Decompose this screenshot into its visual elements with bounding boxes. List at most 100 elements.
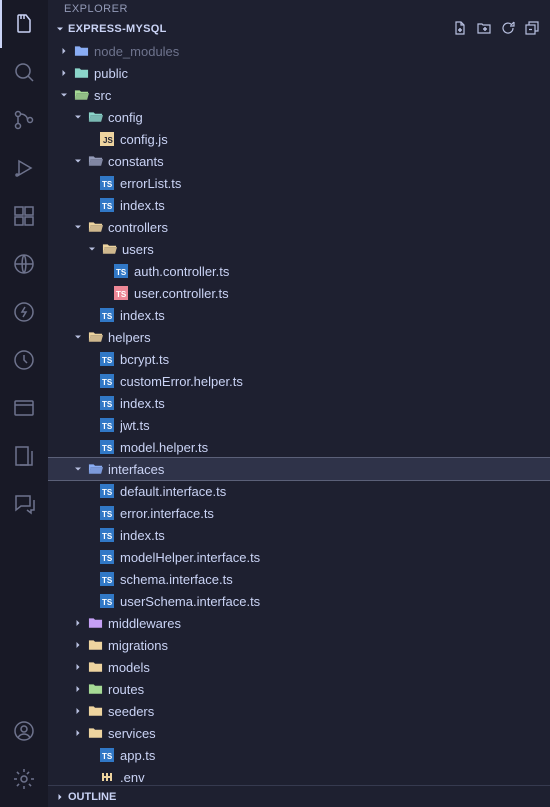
tree-file-config-js[interactable]: JS config.js [48,128,550,150]
tree-folder-middlewares[interactable]: middlewares [48,612,550,634]
extensions-icon[interactable] [0,192,48,240]
tree-label: userSchema.interface.ts [120,594,260,609]
folder-open-icon [100,242,118,256]
ts-file-icon: TS [98,374,116,388]
folder-open-icon [86,154,104,168]
tree-label: bcrypt.ts [120,352,169,367]
tree-label: index.ts [120,198,165,213]
tree-folder-migrations[interactable]: migrations [48,634,550,656]
tree-folder-constants[interactable]: constants [48,150,550,172]
tree-label: users [122,242,154,257]
source-control-icon[interactable] [0,96,48,144]
tree-folder-routes[interactable]: routes [48,678,550,700]
run-debug-icon[interactable] [0,144,48,192]
tree-folder-config[interactable]: config [48,106,550,128]
tree-folder-interfaces[interactable]: interfaces [48,458,550,480]
svg-text:TS: TS [102,378,113,387]
tree-folder-services[interactable]: services [48,722,550,744]
chevron-right-icon [70,639,86,651]
chevron-down-icon [70,221,86,233]
ts-file-icon: TS [98,506,116,520]
tree-file-customerror[interactable]: TS customError.helper.ts [48,370,550,392]
tree-file-env[interactable]: .env [48,766,550,785]
svg-text:TS: TS [102,752,113,761]
svg-text:TS: TS [102,532,113,541]
tree-file-schema-interface[interactable]: TS schema.interface.ts [48,568,550,590]
tree-file-index-ts-3[interactable]: TS index.ts [48,392,550,414]
tree-label: error.interface.ts [120,506,214,521]
tree-label: migrations [108,638,168,653]
folder-icon [86,682,104,696]
tree-file-model-helper[interactable]: TS model.helper.ts [48,436,550,458]
search-icon[interactable] [0,48,48,96]
chevron-down-icon [70,463,86,475]
tree-file-index-ts-1[interactable]: TS index.ts [48,194,550,216]
account-icon[interactable] [0,707,48,755]
tree-folder-users[interactable]: users [48,238,550,260]
chevron-right-icon [70,617,86,629]
ts-file-icon: TS [98,418,116,432]
tree-folder-node-modules[interactable]: node_modules [48,40,550,62]
tree-label: index.ts [120,308,165,323]
chevron-right-icon [52,791,68,803]
folder-open-icon [86,330,104,344]
svg-text:TS: TS [116,268,127,277]
tree-label: jwt.ts [120,418,150,433]
tree-label: interfaces [108,462,164,477]
section-actions [452,20,550,39]
tree-file-app-ts[interactable]: TS app.ts [48,744,550,766]
database-icon[interactable] [0,336,48,384]
tree-label: index.ts [120,396,165,411]
tree-label: node_modules [94,44,179,59]
tree-file-bcrypt[interactable]: TS bcrypt.ts [48,348,550,370]
tree-file-index-ts-4[interactable]: TS index.ts [48,524,550,546]
ts-file-icon: TS [98,550,116,564]
explorer-icon[interactable] [0,0,48,48]
collapse-all-icon[interactable] [524,20,540,39]
svg-text:TS: TS [102,576,113,585]
tree-file-modelhelper-interface[interactable]: TS modelHelper.interface.ts [48,546,550,568]
comments-icon[interactable] [0,480,48,528]
tree-folder-controllers[interactable]: controllers [48,216,550,238]
refresh-icon[interactable] [500,20,516,39]
tree-file-errorlist-ts[interactable]: TS errorList.ts [48,172,550,194]
ts-file-icon: TS [98,440,116,454]
tree-label: services [108,726,156,741]
tree-file-user-controller[interactable]: TS user.controller.ts [48,282,550,304]
svg-text:TS: TS [102,422,113,431]
activity-bar [0,0,48,807]
folder-icon [86,638,104,652]
tree-file-error-interface[interactable]: TS error.interface.ts [48,502,550,524]
outline-section-header[interactable]: OUTLINE [48,785,550,807]
folder-icon [86,616,104,630]
tree-file-index-ts-2[interactable]: TS index.ts [48,304,550,326]
thunder-icon[interactable] [0,288,48,336]
tree-file-userschema-interface[interactable]: TS userSchema.interface.ts [48,590,550,612]
tree-folder-helpers[interactable]: helpers [48,326,550,348]
tree-folder-public[interactable]: public [48,62,550,84]
project-icon[interactable] [0,384,48,432]
folder-icon [86,704,104,718]
project-name: EXPRESS-MYSQL [68,23,167,35]
new-file-icon[interactable] [452,20,468,39]
svg-text:TS: TS [102,554,113,563]
folder-open-icon [86,462,104,476]
bookmark-icon[interactable] [0,432,48,480]
tree-folder-src[interactable]: src [48,84,550,106]
tree-label: middlewares [108,616,181,631]
settings-gear-icon[interactable] [0,755,48,803]
folder-icon [72,66,90,80]
tree-label: routes [108,682,144,697]
tree-folder-models[interactable]: models [48,656,550,678]
ts-file-icon: TS [98,198,116,212]
new-folder-icon[interactable] [476,20,492,39]
tree-file-auth-controller[interactable]: TS auth.controller.ts [48,260,550,282]
tree-label: controllers [108,220,168,235]
folder-icon [86,660,104,674]
tree-file-jwt[interactable]: TS jwt.ts [48,414,550,436]
tree-folder-seeders[interactable]: seeders [48,700,550,722]
ts-file-icon: TS [98,352,116,366]
remote-explorer-icon[interactable] [0,240,48,288]
tree-file-default-interface[interactable]: TS default.interface.ts [48,480,550,502]
project-section-header[interactable]: EXPRESS-MYSQL [48,18,550,40]
